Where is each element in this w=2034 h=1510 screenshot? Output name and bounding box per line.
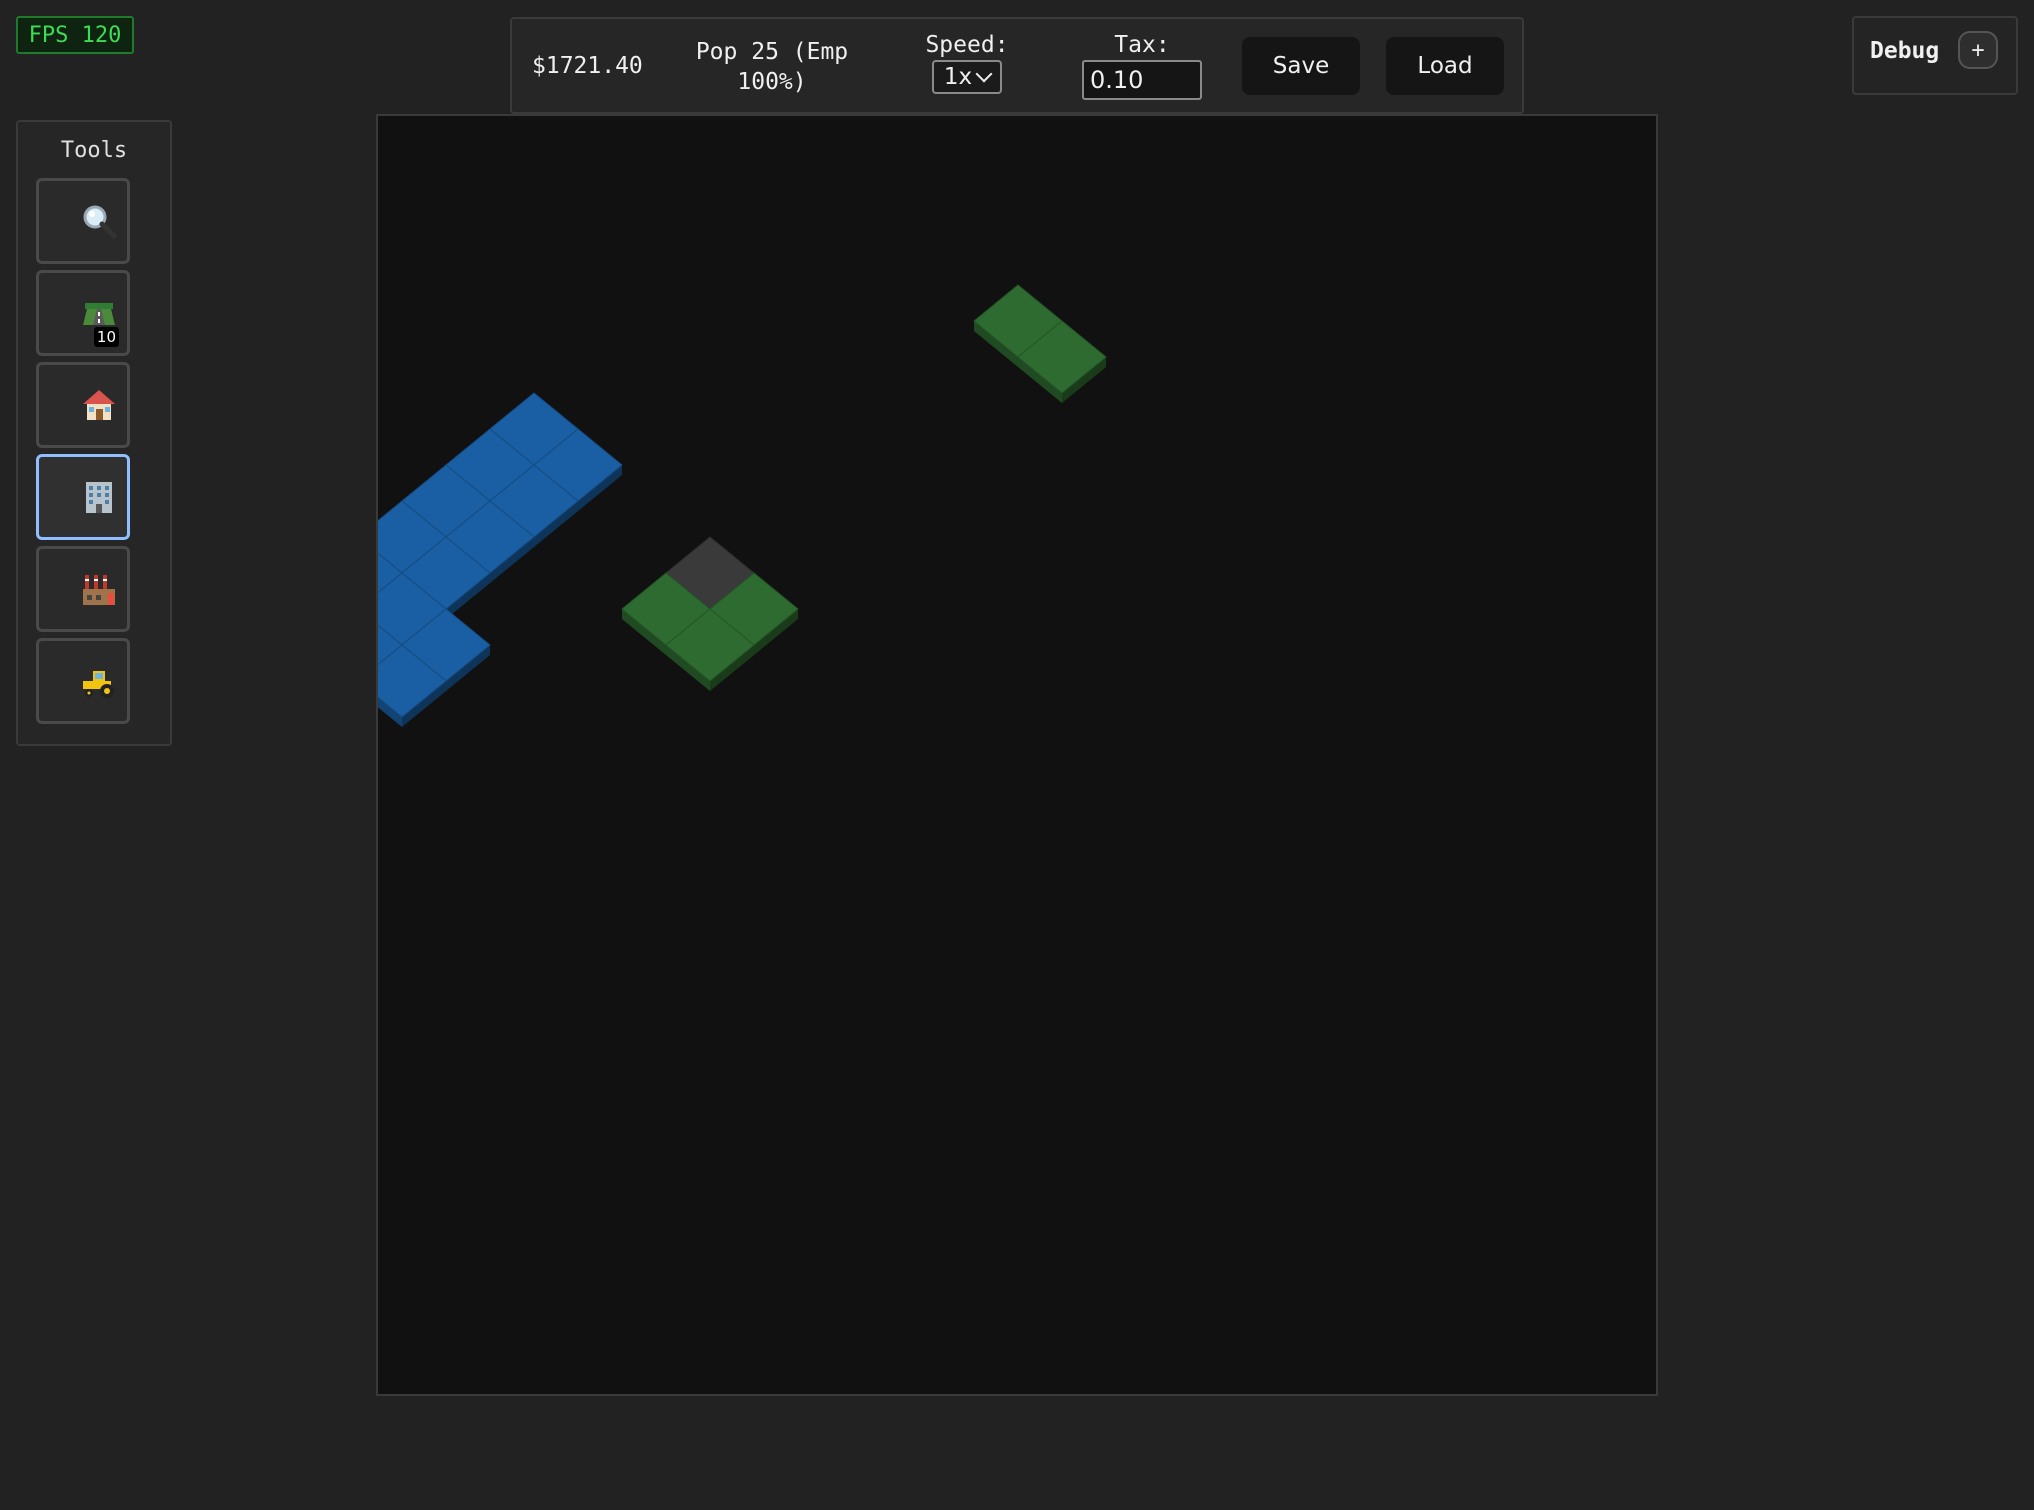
- speed-select[interactable]: 1x: [932, 60, 1002, 94]
- speed-label: Speed:: [925, 32, 1009, 58]
- speed-value: 1x: [943, 64, 973, 90]
- office-building-icon: [86, 482, 112, 513]
- game-root: FPS 120 $1721.40 Pop 25 (Emp 100%) Speed…: [0, 0, 2034, 1510]
- fps-counter: FPS 120: [16, 16, 134, 54]
- tool-inspect-button[interactable]: [36, 178, 130, 264]
- tool-commercial-button[interactable]: [36, 454, 130, 540]
- tractor-icon: [83, 671, 114, 698]
- road-icon: [83, 303, 115, 325]
- money-display: $1721.40: [532, 53, 643, 79]
- top-toolbar: $1721.40 Pop 25 (Emp 100%) Speed: 1x Tax…: [510, 17, 1524, 114]
- tool-industrial-button[interactable]: [36, 546, 130, 632]
- tax-label: Tax:: [1114, 32, 1170, 58]
- game-map-canvas[interactable]: [376, 114, 1658, 1396]
- road-count-badge: 10: [93, 327, 119, 347]
- debug-panel: Debug +: [1852, 16, 2018, 95]
- tax-input[interactable]: [1082, 60, 1202, 100]
- tool-road-button[interactable]: 10: [36, 270, 130, 356]
- debug-expand-button[interactable]: +: [1958, 31, 1998, 69]
- debug-title: Debug: [1870, 38, 1940, 64]
- save-button[interactable]: Save: [1242, 37, 1360, 95]
- magnifier-icon: [83, 205, 117, 239]
- speed-control: Speed: 1x: [917, 31, 1017, 94]
- population-display: Pop 25 (Emp 100%): [695, 39, 849, 95]
- tool-residential-button[interactable]: [36, 362, 130, 448]
- tools-title: Tools: [60, 138, 128, 163]
- isometric-map[interactable]: [378, 116, 1656, 1394]
- house-icon: [83, 390, 115, 420]
- tax-control: Tax:: [1080, 31, 1204, 100]
- chevron-down-icon: [975, 65, 993, 83]
- tool-bulldoze-button[interactable]: [36, 638, 130, 724]
- tools-panel: Tools 10: [16, 120, 172, 746]
- factory-icon: [83, 575, 115, 605]
- load-button[interactable]: Load: [1386, 37, 1504, 95]
